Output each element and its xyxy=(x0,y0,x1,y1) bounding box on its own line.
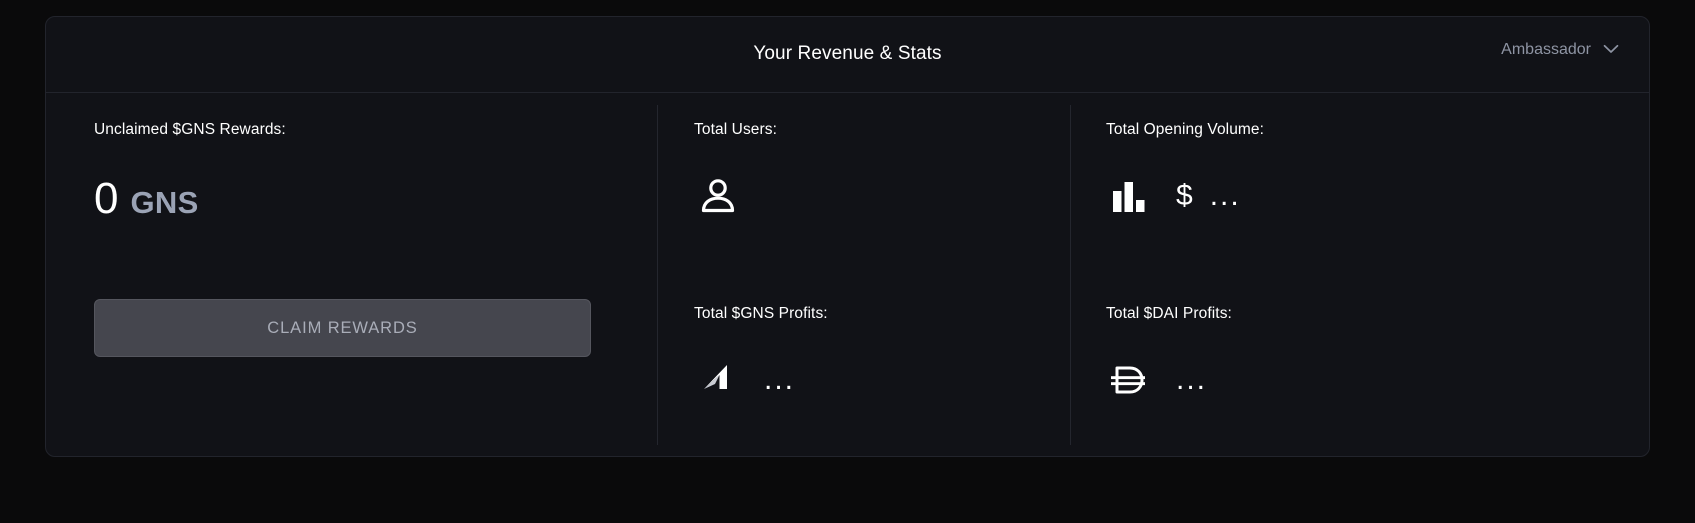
total-users-label: Total Users: xyxy=(694,121,778,138)
gns-profits-value-row: ... xyxy=(694,353,828,407)
column-divider-1 xyxy=(657,105,658,445)
card-header: Your Revenue & Stats Ambassador xyxy=(46,17,1649,93)
dai-logo-icon xyxy=(1106,358,1150,402)
bar-chart-icon xyxy=(1106,174,1150,218)
dai-profits-label: Total $DAI Profits: xyxy=(1106,305,1232,322)
total-users-value-row xyxy=(694,169,777,223)
claim-rewards-button[interactable]: CLAIM REWARDS xyxy=(94,299,591,357)
opening-volume-amount: ... xyxy=(1209,179,1241,212)
opening-volume-value: $ ... xyxy=(1176,179,1241,213)
gains-network-logo-icon xyxy=(694,358,738,402)
total-users-cell: Total Users: xyxy=(694,121,777,223)
opening-volume-currency: $ xyxy=(1176,179,1194,212)
opening-volume-value-row: $ ... xyxy=(1106,169,1264,223)
dai-profits-cell: Total $DAI Profits: ... xyxy=(1106,305,1232,407)
dai-profits-value-row: ... xyxy=(1106,353,1232,407)
dai-profits-amount: ... xyxy=(1176,363,1208,396)
opening-volume-label: Total Opening Volume: xyxy=(1106,121,1265,138)
page-title: Your Revenue & Stats xyxy=(753,43,942,64)
unclaimed-rewards-label: Unclaimed $GNS Rewards: xyxy=(94,121,286,138)
user-icon xyxy=(694,172,742,220)
unclaimed-rewards-cell: Unclaimed $GNS Rewards: 0 GNS xyxy=(94,121,286,221)
unclaimed-rewards-amount: 0 xyxy=(94,174,119,223)
gns-profits-value: ... xyxy=(764,365,795,395)
chevron-down-icon xyxy=(1603,41,1619,59)
role-dropdown-label: Ambassador xyxy=(1501,41,1591,58)
dai-profits-value: ... xyxy=(1176,365,1207,395)
gns-profits-cell: Total $GNS Profits: ... xyxy=(694,305,828,407)
column-divider-2 xyxy=(1070,105,1071,445)
card-body: Unclaimed $GNS Rewards: 0 GNS CLAIM REWA… xyxy=(46,93,1649,456)
gns-profits-amount: ... xyxy=(764,363,796,396)
unclaimed-rewards-unit: GNS xyxy=(130,185,199,220)
page-root: Your Revenue & Stats Ambassador Unclaime… xyxy=(0,0,1695,523)
role-dropdown[interactable]: Ambassador xyxy=(1501,41,1619,59)
unclaimed-rewards-value: 0 GNS xyxy=(94,177,286,221)
opening-volume-cell: Total Opening Volume: $ ... xyxy=(1106,121,1264,223)
revenue-stats-card: Your Revenue & Stats Ambassador Unclaime… xyxy=(45,16,1650,457)
gns-profits-label: Total $GNS Profits: xyxy=(694,305,828,322)
